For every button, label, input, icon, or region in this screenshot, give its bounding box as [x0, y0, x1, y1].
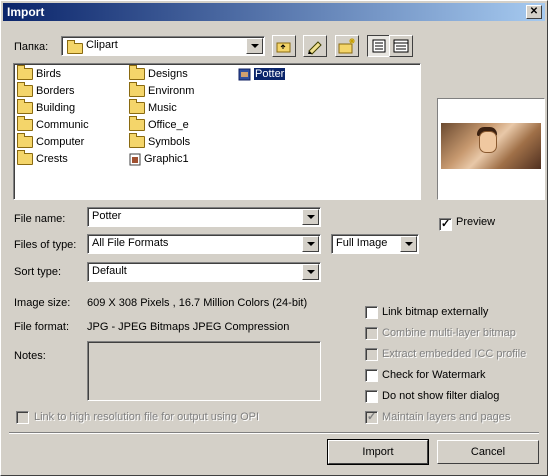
folder-label: Папка:	[14, 41, 49, 53]
sort-type-label: Sort type:	[14, 266, 62, 278]
notes-label: Notes:	[14, 350, 46, 362]
sort-type-select[interactable]: Default	[87, 262, 321, 282]
import-dialog: Import ✕ Папка: Clipart Birds Borders Bu…	[0, 0, 548, 476]
list-item[interactable]: Graphic1	[129, 152, 189, 167]
extract-icc-checkbox	[365, 348, 378, 361]
chevron-down-icon[interactable]	[400, 236, 417, 252]
folder-icon	[129, 99, 145, 115]
image-size-value: 609 X 308 Pixels , 16.7 Million Colors (…	[87, 297, 308, 309]
no-filter-dialog-checkbox[interactable]	[365, 390, 378, 403]
folder-icon	[129, 133, 145, 149]
check-watermark-label: Check for Watermark	[382, 369, 486, 381]
file-format-label: File format:	[14, 321, 70, 333]
list-item[interactable]: Designs	[129, 65, 188, 82]
extract-icc-label: Extract embedded ICC profile	[382, 348, 527, 360]
details-view-button[interactable]	[389, 35, 413, 57]
list-item[interactable]: Building	[17, 99, 75, 116]
separator	[9, 432, 539, 434]
sort-type-value: Default	[92, 265, 127, 277]
folder-icon	[17, 82, 33, 98]
folder-icon	[17, 150, 33, 166]
notes-box	[87, 341, 321, 401]
browse-button[interactable]	[303, 35, 327, 57]
up-one-level-button[interactable]	[272, 35, 296, 57]
folder-open-icon	[67, 39, 83, 54]
folder-select[interactable]: Clipart	[61, 36, 265, 56]
maintain-layers-checkbox	[365, 410, 378, 424]
file-name-label: File name:	[14, 213, 66, 225]
image-mode-value: Full Image	[336, 237, 388, 249]
folder-icon	[17, 133, 33, 149]
list-item[interactable]: Office_e	[129, 116, 189, 133]
files-of-type-select[interactable]: All File Formats	[87, 234, 321, 254]
preview-image	[441, 123, 541, 169]
folder-icon	[17, 99, 33, 115]
window-title: Import	[7, 5, 45, 19]
file-name-input[interactable]: Potter	[87, 207, 321, 227]
list-view-icon	[372, 39, 386, 53]
jpeg-file-icon	[238, 68, 251, 81]
folder-icon	[17, 65, 33, 81]
files-of-type-value: All File Formats	[92, 237, 169, 249]
pencil-icon	[308, 41, 322, 55]
list-item[interactable]: Communic	[17, 116, 89, 133]
import-button[interactable]: Import	[327, 439, 429, 465]
file-name-value: Potter	[92, 210, 122, 222]
list-item[interactable]: Borders	[17, 82, 75, 99]
close-icon: ✕	[529, 6, 539, 17]
new-folder-icon	[338, 38, 355, 54]
chevron-down-icon[interactable]	[246, 38, 263, 54]
preview-thumbnail	[437, 98, 545, 200]
image-mode-select[interactable]: Full Image	[331, 234, 419, 254]
list-view-button[interactable]	[367, 35, 391, 57]
file-format-value: JPG - JPEG Bitmaps JPEG Compression	[87, 321, 290, 333]
files-of-type-label: Files of type:	[14, 239, 77, 251]
check-watermark-checkbox[interactable]	[365, 369, 378, 382]
file-list[interactable]: Birds Borders Building Communic Computer…	[13, 63, 421, 200]
list-item[interactable]: Birds	[17, 65, 61, 82]
list-item[interactable]: Computer	[17, 133, 84, 150]
preview-label: Preview	[456, 216, 496, 228]
folder-icon	[129, 116, 145, 132]
link-high-res-checkbox	[16, 411, 29, 424]
combine-multilayer-label: Combine multi-layer bitmap	[382, 327, 516, 339]
list-item[interactable]: Music	[129, 99, 177, 116]
new-folder-button[interactable]	[335, 35, 359, 57]
image-size-label: Image size:	[14, 297, 71, 309]
folder-icon	[129, 65, 145, 81]
chevron-down-icon[interactable]	[302, 264, 319, 280]
close-button[interactable]: ✕	[526, 5, 542, 19]
list-item-selected[interactable]: Potter	[238, 67, 287, 82]
link-bitmap-checkbox[interactable]	[365, 306, 378, 319]
preview-checkbox[interactable]	[439, 217, 452, 231]
cancel-button[interactable]: Cancel	[437, 440, 539, 464]
no-filter-dialog-label: Do not show filter dialog	[382, 390, 500, 402]
chevron-down-icon[interactable]	[302, 236, 319, 252]
link-bitmap-label: Link bitmap externally	[382, 306, 489, 318]
list-item[interactable]: Crests	[17, 150, 68, 167]
details-view-icon	[393, 39, 409, 53]
maintain-layers-label: Maintain layers and pages	[382, 411, 511, 423]
folder-icon	[129, 82, 145, 98]
combine-multilayer-checkbox	[365, 327, 378, 340]
title-bar: Import ✕	[3, 3, 545, 21]
up-folder-icon	[276, 42, 291, 53]
folder-select-value: Clipart	[86, 39, 118, 51]
folder-icon	[17, 116, 33, 132]
chevron-down-icon[interactable]	[302, 209, 319, 225]
image-file-icon	[129, 153, 141, 166]
list-item[interactable]: Environm	[129, 82, 194, 99]
link-high-res-label: Link to high resolution file for output …	[34, 411, 260, 423]
list-item[interactable]: Symbols	[129, 133, 190, 150]
